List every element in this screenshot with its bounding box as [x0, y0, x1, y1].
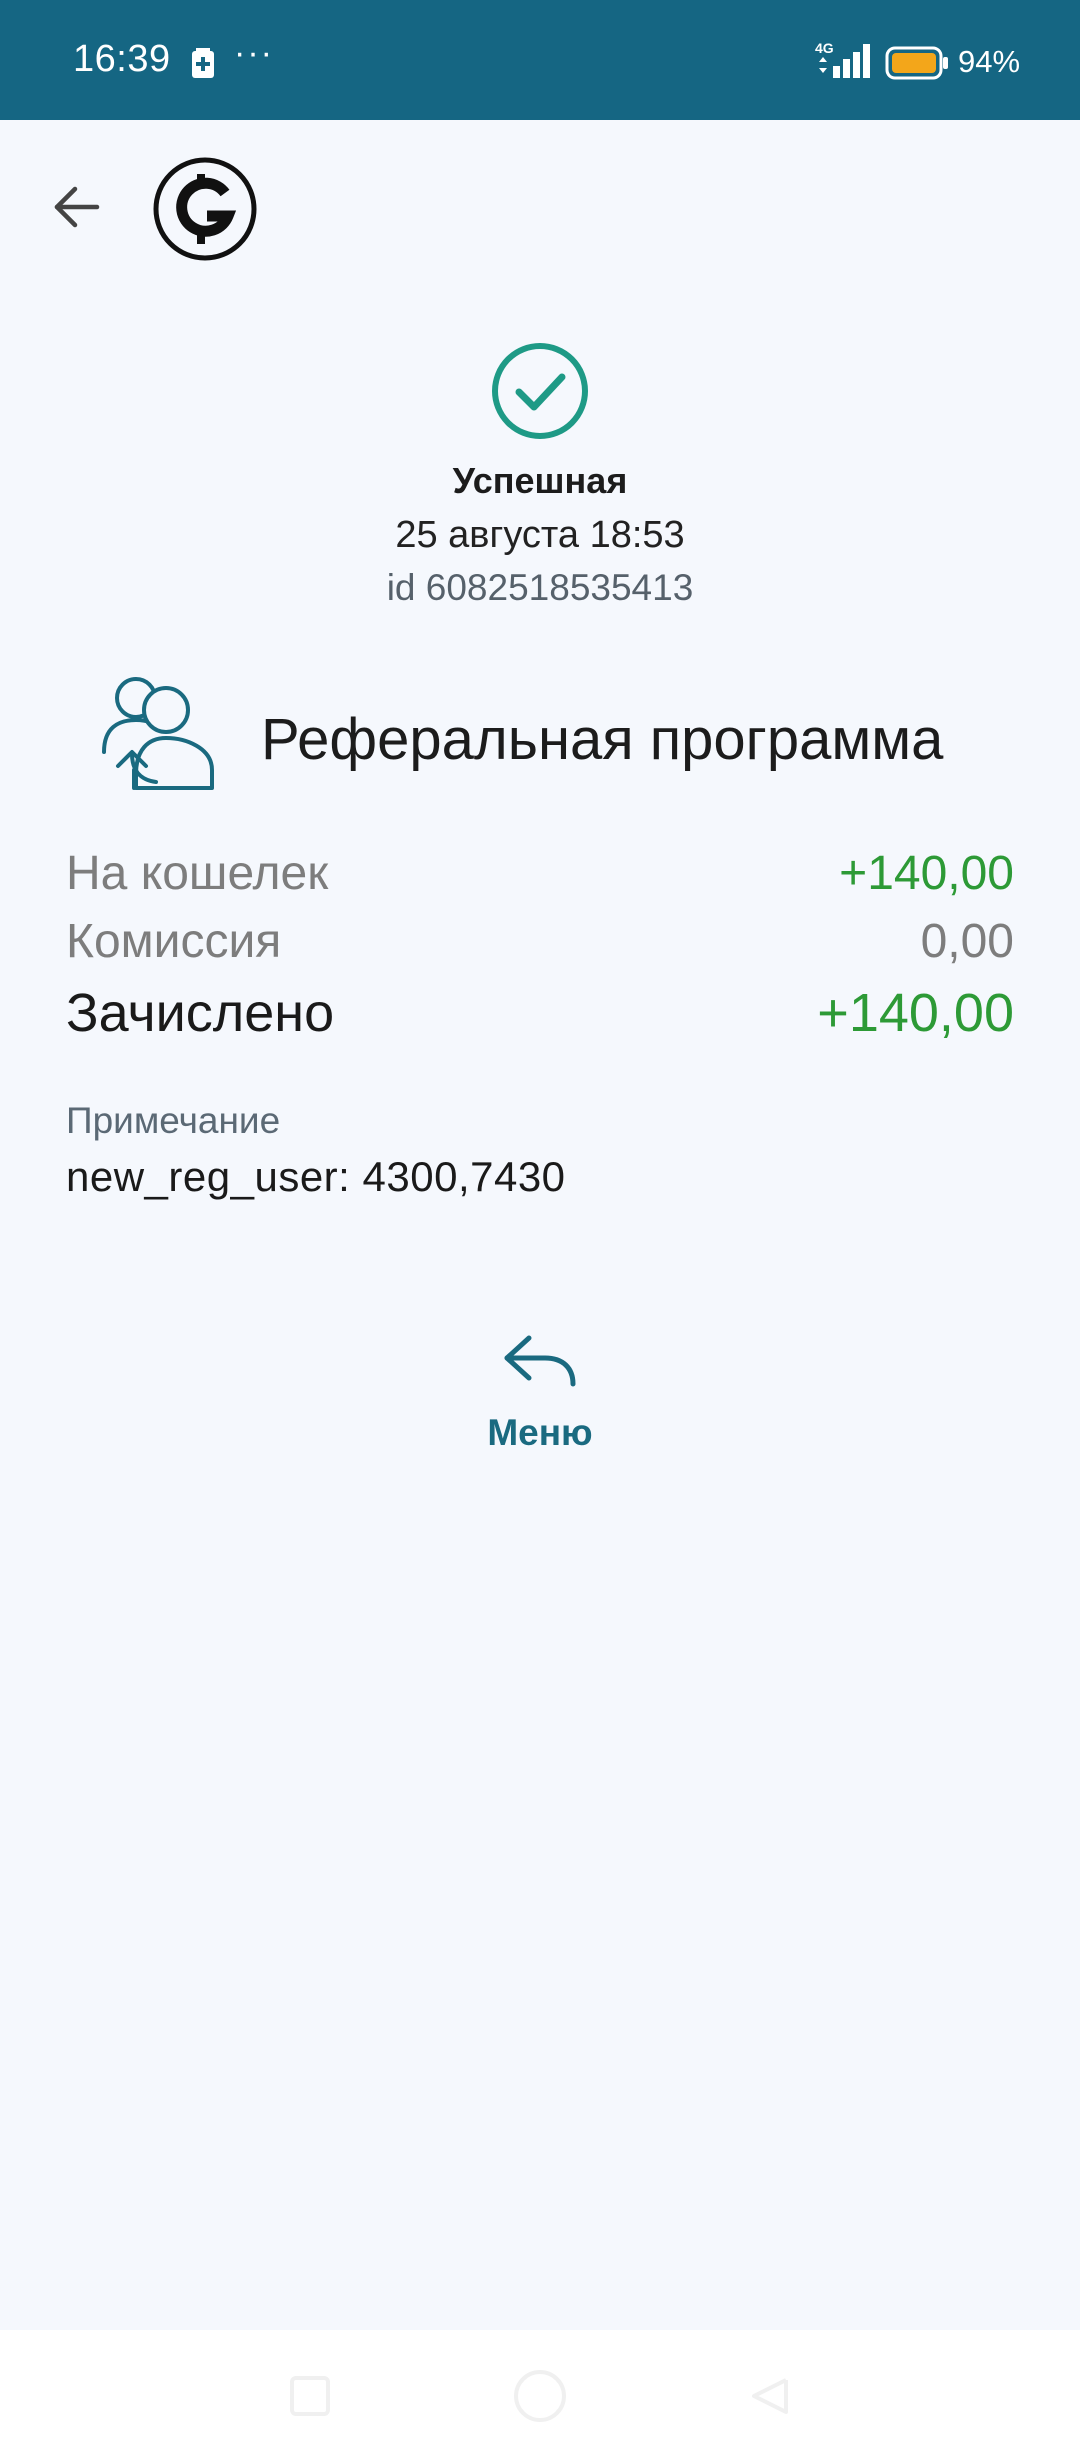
success-check-icon: [489, 340, 591, 442]
menu-button[interactable]: Меню: [440, 1310, 640, 1460]
battery-saver-icon: [192, 48, 214, 83]
back-button[interactable]: [40, 170, 114, 244]
signal-icon: 4G: [815, 40, 875, 87]
amount-row-wallet: На кошелек +140,00: [66, 846, 1014, 901]
amount-row-credited: Зачислено +140,00: [66, 982, 1014, 1044]
triangle-back-icon: [752, 2378, 788, 2414]
transaction-date: 25 августа 18:53: [395, 514, 685, 556]
circle-icon: [514, 2370, 566, 2422]
battery-percent: 94%: [958, 44, 1021, 79]
transaction-type: Реферальная программа: [261, 707, 944, 772]
amount-row-label: На кошелек: [66, 847, 329, 900]
amount-row-value: +140,00: [839, 847, 1014, 900]
menu-label: Меню: [487, 1412, 593, 1453]
note-label: Примечание: [66, 1100, 281, 1141]
system-nav-bar: [0, 2330, 1080, 2460]
nav-back-button[interactable]: [730, 2356, 810, 2436]
transaction-status: Успешная: [452, 460, 628, 501]
battery-icon: [885, 46, 949, 85]
square-icon: [290, 2376, 330, 2416]
amount-row-label: Комиссия: [66, 915, 282, 968]
amount-row-value: 0,00: [920, 915, 1014, 968]
note-value: new_reg_user: 4300,7430: [66, 1153, 566, 1200]
status-overflow: ···: [234, 34, 274, 72]
coin-logo-icon: [152, 156, 258, 262]
network-type-label: 4G: [815, 40, 834, 56]
arrow-left-icon: [54, 186, 100, 228]
transaction-id: id 6082518535413: [386, 567, 694, 608]
status-bar: 16:39 ··· 4G 94%: [0, 0, 1080, 120]
nav-recents-button[interactable]: [270, 2356, 350, 2436]
reply-arrow-icon: [504, 1335, 576, 1387]
status-time: 16:39: [73, 38, 171, 80]
amount-row-value: +140,00: [817, 983, 1014, 1043]
referral-users-icon: [96, 670, 222, 796]
amount-row-label: Зачислено: [66, 983, 335, 1043]
nav-home-button[interactable]: [500, 2356, 580, 2436]
amount-row-commission: Комиссия 0,00: [66, 914, 1014, 969]
